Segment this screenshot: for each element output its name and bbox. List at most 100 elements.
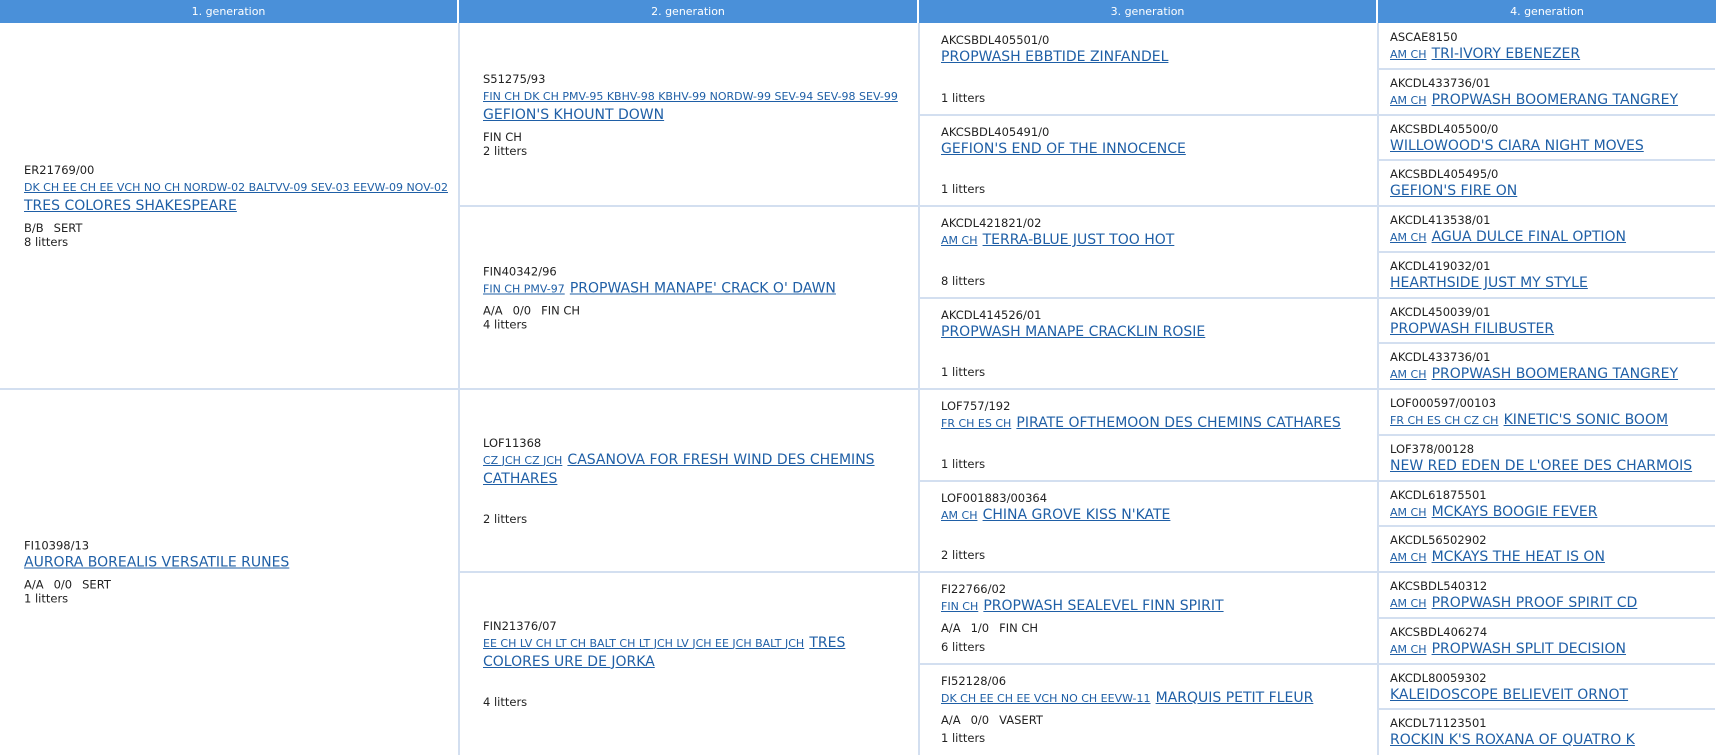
dog-name-link[interactable]: MARQUIS PETIT FLEUR [1156, 690, 1314, 706]
dog-title: FR CH ES CH PIRATE OFTHEMOON DES CHEMINS… [941, 413, 1368, 432]
dog-entry: LOF378/00128 NEW RED EDEN DE L'OREE DES C… [1390, 442, 1710, 475]
registration-number: LOF000597/00103 [1390, 396, 1497, 410]
dog-entry: AKCSBDL405500/0 WILLOWOOD'S CIARA NIGHT M… [1390, 122, 1710, 155]
dog-titles-link[interactable]: DK CH EE CH EE VCH NO CH EEVW-11 [941, 692, 1151, 705]
health-value: 1/0 [970, 621, 990, 635]
dog-title: AM CH MCKAYS BOOGIE FEVER [1390, 502, 1710, 521]
dog-title: DK CH EE CH EE VCH NO CH NORDW-02 BALTVV… [24, 177, 449, 215]
header-generation-1: 1. generation [0, 0, 459, 23]
dog-title: ROCKIN K'S ROXANA OF QUATRO K [1390, 730, 1710, 749]
dog-titles-link[interactable]: DK CH EE CH EE VCH NO CH NORDW-02 BALTVV… [24, 181, 448, 194]
dog-name-link[interactable]: HEARTHSIDE JUST MY STYLE [1390, 275, 1588, 291]
dog-name-link[interactable]: GEFION'S END OF THE INNOCENCE [941, 141, 1186, 157]
dog-name-link[interactable]: PROPWASH FILIBUSTER [1390, 321, 1554, 337]
registration-number: AKCSBDL405495/0 [1390, 167, 1499, 182]
dog-name-link[interactable]: PROPWASH SEALEVEL FINN SPIRIT [983, 598, 1223, 614]
dog-cell: FIN21376/07 EE CH LV CH LT CH BALT CH LT … [459, 572, 917, 755]
litters-count: 8 litters [24, 235, 69, 249]
dog-titles-link[interactable]: AM CH [941, 234, 977, 247]
dog-cell: S51275/93 FIN CH DK CH PMV-95 KBHV-98 KBH… [459, 23, 917, 206]
dog-name-link[interactable]: TRES COLORES SHAKESPEARE [24, 198, 237, 214]
dog-titles-link[interactable]: FIN CH DK CH PMV-95 KBHV-98 KBHV-99 NORD… [483, 90, 898, 103]
litters-count: 1 litters [941, 90, 986, 105]
registration-number: AKCSBDL405491/0 [941, 124, 1050, 139]
dog-titles-link[interactable]: FR CH ES CH CZ CH [1390, 414, 1498, 427]
dog-name-link[interactable]: PROPWASH EBBTIDE ZINFANDEL [941, 49, 1168, 65]
dog-titles-link[interactable]: AM CH [1390, 368, 1426, 381]
dog-name-link[interactable]: PROPWASH BOOMERANG TANGREY [1432, 366, 1678, 382]
registration-number: AKCDL414526/01 [941, 307, 1042, 322]
dog-entry: FI52128/06 DK CH EE CH EE VCH NO CH EEVW-… [941, 674, 1368, 727]
registration-number: AKCSBDL406274 [1390, 624, 1488, 639]
dog-name-link[interactable]: PIRATE OFTHEMOON DES CHEMINS CATHARES [1016, 415, 1340, 431]
registration-number: AKCDL433736/01 [1390, 350, 1491, 365]
dog-name-link[interactable]: PROPWASH BOOMERANG TANGREY [1432, 92, 1678, 108]
dog-name-link[interactable]: PROPWASH PROOF SPIRIT CD [1432, 595, 1638, 611]
registration-number: AKCDL71123501 [1390, 716, 1487, 731]
dog-titles-link[interactable]: AM CH [1390, 48, 1426, 61]
dog-titles-link[interactable]: AM CH [1390, 597, 1426, 610]
dog-titles-link[interactable]: CZ JCH CZ JCH [483, 454, 562, 467]
dog-name-link[interactable]: TERRA-BLUE JUST TOO HOT [983, 232, 1175, 248]
dog-cell: AKCSBDL406274 AM CH PROPWASH SPLIT DECISI… [1378, 618, 1714, 664]
dog-titles-link[interactable]: AM CH [1390, 94, 1426, 107]
dog-name-link[interactable]: ROCKIN K'S ROXANA OF QUATRO K [1390, 732, 1635, 748]
dog-name-link[interactable]: GEFION'S KHOUNT DOWN [483, 107, 664, 123]
dog-name-link[interactable]: MCKAYS BOOGIE FEVER [1432, 504, 1598, 520]
dog-titles-link[interactable]: AM CH [941, 509, 977, 522]
dog-name-link[interactable]: AURORA BOREALIS VERSATILE RUNES [24, 555, 289, 571]
dog-entry: FI22766/02 FIN CH PROPWASH SEALEVEL FINN … [941, 582, 1368, 635]
dog-entry: AKCSBDL405501/0 PROPWASH EBBTIDE ZINFANDE… [941, 33, 1368, 66]
registration-number: LOF757/192 [941, 399, 1011, 413]
dog-name-link[interactable]: AGUA DULCE FINAL OPTION [1432, 229, 1626, 245]
dog-title: GEFION'S FIRE ON [1390, 181, 1710, 200]
dog-entry: ASCAE8150 AM CH TRI-IVORY EBENEZER [1390, 30, 1710, 63]
dog-name-link[interactable]: KINETIC'S SONIC BOOM [1504, 412, 1668, 428]
header-generation-4: 4. generation [1378, 0, 1716, 23]
dog-name-link[interactable]: GEFION'S FIRE ON [1390, 183, 1517, 199]
dog-cell: 8 litters AKCDL421821/02 AM CH TERRA-BLUE … [919, 206, 1376, 298]
dog-cell: AKCDL80059302 KALEIDOSCOPE BELIEVEIT ORNO… [1378, 664, 1714, 710]
dog-name-link[interactable]: KALEIDOSCOPE BELIEVEIT ORNOT [1390, 687, 1628, 703]
dog-title: AM CH PROPWASH SPLIT DECISION [1390, 639, 1710, 658]
health-value: SERT [82, 577, 111, 592]
dog-title: FIN CH DK CH PMV-95 KBHV-98 KBHV-99 NORD… [483, 86, 909, 124]
dog-titles-link[interactable]: AM CH [1390, 643, 1426, 656]
litters-count: 2 litters [941, 548, 986, 562]
dog-title: DK CH EE CH EE VCH NO CH EEVW-11 MARQUIS… [941, 688, 1368, 707]
dog-titles-link[interactable]: FR CH ES CH [941, 417, 1011, 430]
registration-number: FIN21376/07 [483, 618, 557, 633]
dog-titles-link[interactable]: AM CH [1390, 231, 1426, 244]
dog-entry: AKCSBDL540312 AM CH PROPWASH PROOF SPIRIT… [1390, 579, 1710, 612]
dog-titles-link[interactable]: FIN CH PMV-97 [483, 282, 565, 295]
health-info: FIN CH [483, 130, 909, 144]
dog-cell: AKCSBDL405500/0 WILLOWOOD'S CIARA NIGHT M… [1378, 115, 1714, 161]
dog-name-link[interactable]: CHINA GROVE KISS N'KATE [983, 507, 1171, 523]
health-info: A/A 1/0 FIN CH [941, 621, 1368, 635]
dog-titles-link[interactable]: FIN CH [941, 600, 978, 613]
dog-title: AM CH AGUA DULCE FINAL OPTION [1390, 227, 1710, 246]
dog-name-link[interactable]: TRI-IVORY EBENEZER [1432, 46, 1581, 62]
registration-number: FI10398/13 [24, 538, 90, 553]
dog-name-link[interactable]: WILLOWOOD'S CIARA NIGHT MOVES [1390, 138, 1644, 154]
litters-count: 4 litters [483, 317, 528, 331]
dog-name-link[interactable]: PROPWASH MANAPE' CRACK O' DAWN [570, 280, 836, 296]
dog-entry: LOF11368 CZ JCH CZ JCH CASANOVA FOR FRESH… [483, 436, 909, 526]
dog-cell: 2 litters LOF001883/00364 AM CH CHINA GROV… [919, 481, 1376, 573]
litters-count: 6 litters [941, 639, 986, 654]
registration-number: ASCAE8150 [1390, 30, 1458, 44]
dog-entry: AKCSBDL405495/0 GEFION'S FIRE ON [1390, 167, 1710, 200]
dog-titles-link[interactable]: AM CH [1390, 506, 1426, 519]
litters-count: 2 litters [483, 511, 528, 526]
dog-name-link[interactable]: NEW RED EDEN DE L'OREE DES CHARMOIS [1390, 458, 1692, 474]
dog-entry: AKCDL433736/01 AM CH PROPWASH BOOMERANG T… [1390, 350, 1710, 383]
registration-number: AKCDL61875501 [1390, 487, 1487, 502]
dog-titles-link[interactable]: EE CH LV CH LT CH BALT CH LT JCH LV JCH … [483, 637, 804, 650]
dog-name-link[interactable]: MCKAYS THE HEAT IS ON [1432, 549, 1605, 565]
registration-number: LOF001883/00364 [941, 490, 1048, 505]
dog-name-link[interactable]: PROPWASH SPLIT DECISION [1432, 641, 1626, 657]
dog-title: PROPWASH MANAPE CRACKLIN ROSIE [941, 322, 1368, 341]
dog-name-link[interactable]: PROPWASH MANAPE CRACKLIN ROSIE [941, 324, 1205, 340]
dog-entry: LOF001883/00364 AM CH CHINA GROVE KISS N'… [941, 491, 1368, 524]
dog-titles-link[interactable]: AM CH [1390, 551, 1426, 564]
